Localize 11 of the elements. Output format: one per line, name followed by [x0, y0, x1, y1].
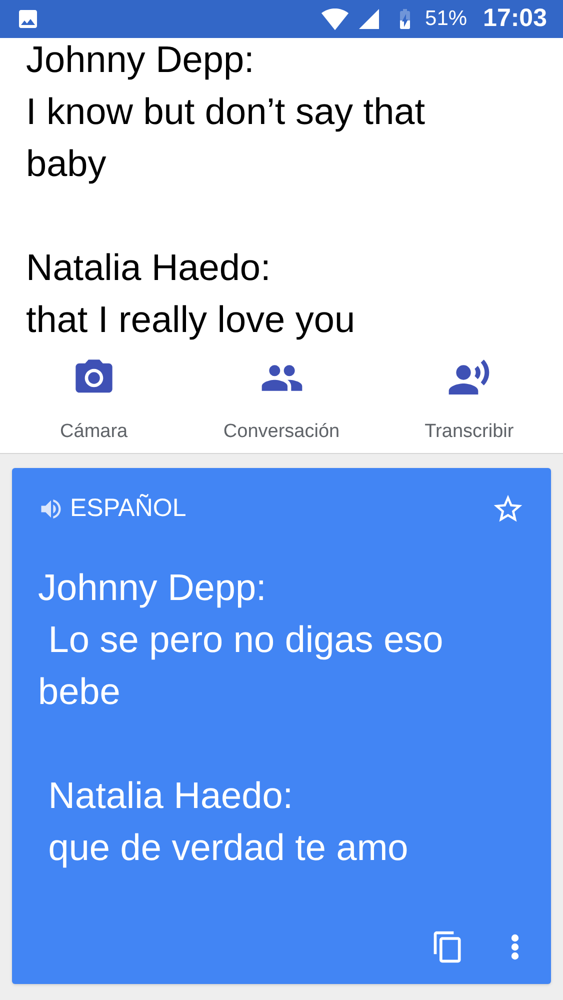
clock: 17:03	[483, 3, 547, 34]
tool-button[interactable]: Cámara	[0, 340, 188, 453]
source-text: Johnny Depp: I know but don’t say that baby Natalia Haedo: that I really love you	[26, 38, 426, 340]
translated-text: Johnny Depp: Lo se pero no digas eso bebe Natalia Haedo: que de verdad te amo	[38, 566, 444, 870]
signal-icon	[357, 7, 382, 31]
tool-button[interactable]: Transcribir	[375, 340, 563, 453]
speaker-button[interactable]: ESPAÑOL	[38, 490, 186, 528]
image-icon	[16, 7, 40, 31]
more-icon	[511, 934, 519, 960]
tool-button[interactable]: Conversación	[188, 340, 376, 453]
battery-percentage: 51%	[425, 6, 468, 32]
